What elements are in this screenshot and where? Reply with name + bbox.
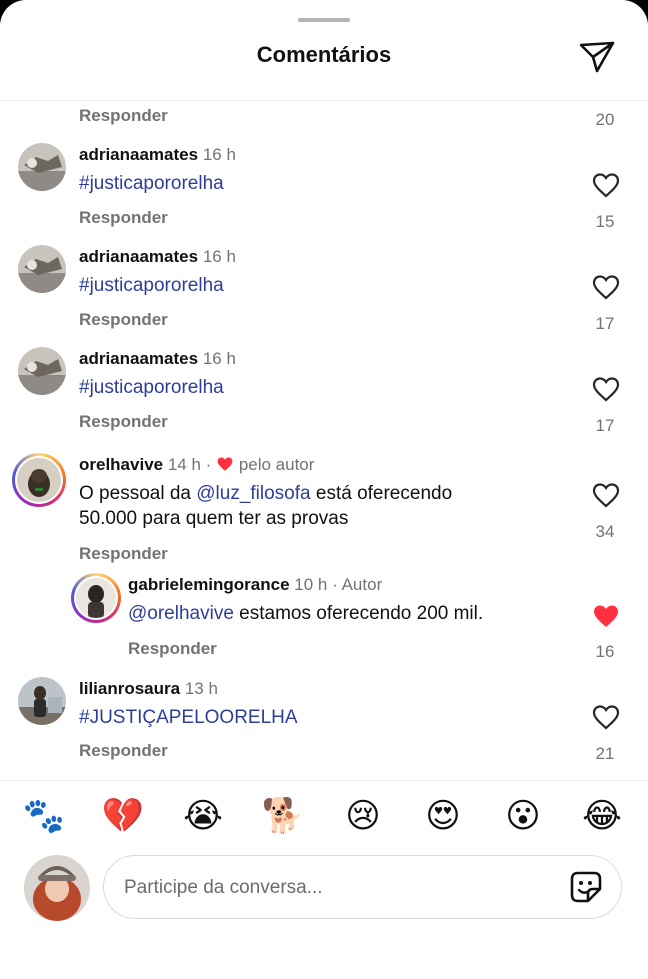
author-label: Autor bbox=[341, 575, 383, 594]
avatar[interactable] bbox=[18, 245, 66, 293]
timestamp: 16 h bbox=[202, 145, 236, 164]
avatar[interactable] bbox=[18, 347, 66, 395]
emoji-bar-divider bbox=[0, 780, 648, 781]
reply-button[interactable]: Responder bbox=[79, 741, 168, 761]
emoji-tears-of-joy[interactable]: 😂 bbox=[578, 792, 626, 840]
reply-item: gabrielemingorance 10 h · Autor @orelhav… bbox=[0, 570, 648, 670]
avatar[interactable] bbox=[18, 143, 66, 191]
timestamp: 16 h bbox=[202, 247, 236, 266]
heart-icon[interactable] bbox=[592, 376, 620, 402]
comment-text-part: 50.000 para quem ter as provas bbox=[79, 508, 349, 529]
emoji-dog[interactable]: 🐕 bbox=[259, 792, 307, 840]
meta-separator: · bbox=[332, 575, 338, 594]
comment-meta: adrianaamates 16 h bbox=[79, 349, 236, 369]
header-divider bbox=[0, 100, 648, 101]
like-count: 20 bbox=[595, 110, 615, 129]
send-icon[interactable] bbox=[578, 38, 616, 76]
story-ring-avatar[interactable] bbox=[12, 453, 66, 507]
username[interactable]: lilianrosaura bbox=[79, 679, 180, 698]
comment-meta: gabrielemingorance 10 h · Autor bbox=[128, 575, 382, 595]
like-count: 17 bbox=[595, 314, 615, 333]
comment-item: adrianaamates 16 h #justicapororelha Res… bbox=[0, 242, 648, 338]
story-ring-avatar[interactable] bbox=[71, 573, 121, 623]
heart-icon bbox=[217, 457, 233, 471]
mention-link[interactable]: @orelhavive bbox=[128, 603, 234, 624]
sheet-grabber[interactable] bbox=[298, 18, 350, 22]
emoji-paw[interactable]: 🐾 bbox=[20, 792, 68, 840]
hashtag-link[interactable]: #justicapororelha bbox=[79, 171, 224, 196]
comment-item: adrianaamates 16 h #justicapororelha Res… bbox=[0, 344, 648, 440]
reply-button[interactable]: Responder bbox=[79, 208, 168, 228]
comment-text: O pessoal da @luz_filosofa está oferecen… bbox=[79, 481, 579, 531]
hashtag-link[interactable]: #justicapororelha bbox=[79, 375, 224, 400]
username[interactable]: orelhavive bbox=[79, 455, 163, 474]
emoji-crying[interactable]: 😢 bbox=[339, 792, 387, 840]
username[interactable]: gabrielemingorance bbox=[128, 575, 290, 594]
reply-button[interactable]: Responder bbox=[128, 639, 217, 659]
timestamp: 14 h bbox=[167, 455, 201, 474]
page-title: Comentários bbox=[256, 42, 392, 67]
comment-item: adrianaamates 16 h #justicapororelha Res… bbox=[0, 140, 648, 236]
reply-button[interactable]: Responder bbox=[79, 106, 168, 126]
sticker-icon[interactable] bbox=[569, 870, 603, 904]
meta-separator: · bbox=[205, 455, 212, 474]
timestamp: 13 h bbox=[184, 679, 218, 698]
heart-icon[interactable] bbox=[592, 482, 620, 508]
heart-icon[interactable] bbox=[592, 274, 620, 300]
author-like-badge: pelo autor bbox=[238, 455, 315, 474]
current-user-avatar bbox=[24, 855, 90, 921]
emoji-heart-eyes[interactable]: 😍 bbox=[419, 792, 467, 840]
username[interactable]: adrianaamates bbox=[79, 145, 198, 164]
hashtag-link[interactable]: #JUSTIÇAPELOORELHA bbox=[79, 705, 298, 730]
reply-button[interactable]: Responder bbox=[79, 544, 168, 564]
heart-icon[interactable] bbox=[592, 172, 620, 198]
avatar bbox=[76, 578, 116, 618]
comment-item: lilianrosaura 13 h #JUSTIÇAPELOORELHA Re… bbox=[0, 674, 648, 774]
comment-meta: adrianaamates 16 h bbox=[79, 247, 236, 267]
timestamp: 10 h bbox=[294, 575, 328, 594]
like-count: 34 bbox=[595, 522, 615, 541]
comment-item: orelhavive 14 h · pelo autor O pessoal d… bbox=[0, 450, 648, 568]
comment-meta: adrianaamates 16 h bbox=[79, 145, 236, 165]
reply-button[interactable]: Responder bbox=[79, 412, 168, 432]
emoji-broken-heart[interactable]: 💔 bbox=[99, 792, 147, 840]
heart-icon[interactable] bbox=[592, 704, 620, 730]
hashtag-link[interactable]: #justicapororelha bbox=[79, 273, 224, 298]
heart-filled-icon[interactable] bbox=[592, 603, 620, 629]
username[interactable]: adrianaamates bbox=[79, 349, 198, 368]
avatar[interactable] bbox=[18, 677, 66, 725]
emoji-open-mouth[interactable]: 😮 bbox=[499, 792, 547, 840]
comments-sheet: Comentários Responder 20 adrianaamates 1… bbox=[0, 0, 648, 979]
comment-meta: orelhavive 14 h · pelo autor bbox=[79, 455, 314, 475]
avatar bbox=[17, 458, 61, 502]
like-count: 16 bbox=[595, 642, 615, 661]
mention-link[interactable]: @luz_filosofa bbox=[196, 483, 310, 504]
comment-input[interactable] bbox=[122, 856, 556, 919]
like-count: 21 bbox=[595, 744, 615, 763]
comment-text-part: está oferecendo bbox=[310, 483, 453, 504]
reply-button[interactable]: Responder bbox=[79, 310, 168, 330]
emoji-loudly-crying[interactable]: 😭 bbox=[179, 792, 227, 840]
like-count: 17 bbox=[595, 416, 615, 435]
comment-composer bbox=[103, 855, 622, 919]
comment-text: @orelhavive estamos oferecendo 200 mil. bbox=[128, 601, 483, 626]
comment-text-part: estamos oferecendo 200 mil. bbox=[233, 603, 484, 624]
like-count: 15 bbox=[595, 212, 615, 231]
comment-text-part: O pessoal da bbox=[79, 483, 197, 504]
timestamp: 16 h bbox=[202, 349, 236, 368]
comment-meta: lilianrosaura 13 h bbox=[79, 679, 218, 699]
username[interactable]: adrianaamates bbox=[79, 247, 198, 266]
